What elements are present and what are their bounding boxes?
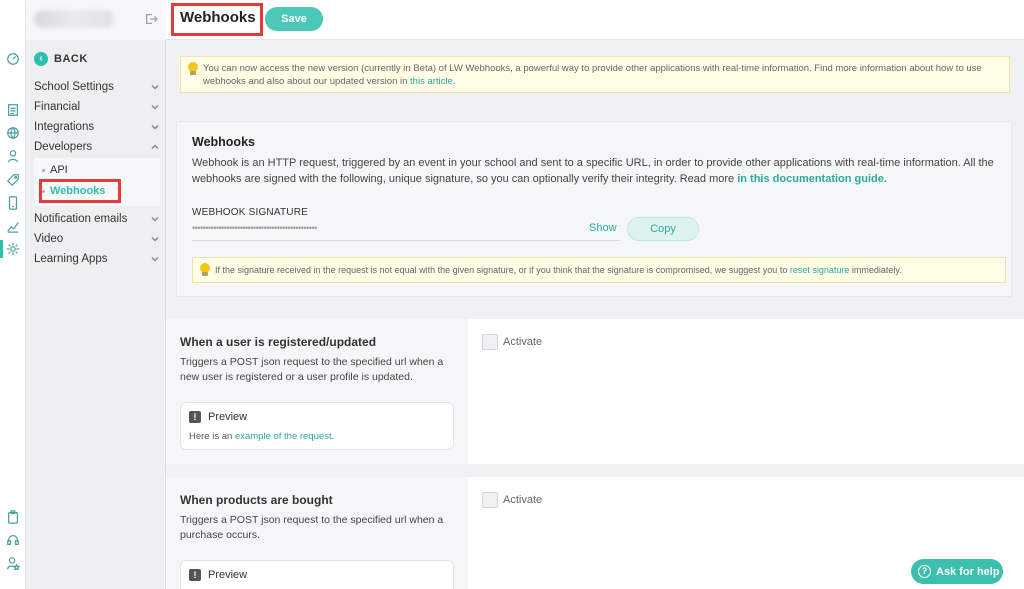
logout-icon[interactable] [144,12,160,28]
back-label: BACK [54,53,88,65]
activate-checkbox[interactable] [482,334,498,350]
sidebar-item-notification-emails[interactable]: Notification emails [34,210,160,228]
reset-signature-link[interactable]: reset signature [790,265,850,275]
event-title: When products are bought [180,493,333,507]
show-signature-link[interactable]: Show [589,222,617,234]
warning-text: If the signature received in the request… [215,265,790,275]
school-logo [34,10,114,28]
sidebar-item-label: Learning Apps [34,253,108,265]
globe-icon[interactable] [5,125,21,141]
sidebar-item-label: Integrations [34,121,95,133]
question-icon: ? [918,565,931,578]
activate-label: Activate [503,336,543,348]
highlight-box [171,3,263,36]
chevron-down-icon [150,122,160,132]
brand-area [26,0,166,40]
event-description: Triggers a POST json request to the spec… [180,356,444,383]
chevron-down-icon [150,102,160,112]
activate-toggle[interactable]: Activate [482,492,542,508]
activate-toggle[interactable]: Activate [482,334,542,350]
signature-label: WEBHOOK SIGNATURE [192,207,309,218]
user-star-icon[interactable] [5,555,21,571]
document-icon[interactable] [5,102,21,118]
chevron-down-icon [150,234,160,244]
webhooks-card-title: Webhooks [192,135,255,149]
sidebar-item-label: School Settings [34,81,114,93]
settings-sidebar: ‹ BACK School Settings Financial Integra… [26,0,166,589]
top-bar: Webhooks Save [166,0,1024,40]
back-arrow-icon: ‹ [34,52,48,66]
preview-label: Preview [208,411,248,423]
preview-text: Here is an example of the request. [189,431,334,442]
preview-icon: ! [189,569,201,581]
sidebar-item-financial[interactable]: Financial [34,98,160,116]
preview-icon: ! [189,411,201,423]
preview-text-end: . [331,431,335,442]
sidebar-item-learning-apps[interactable]: Learning Apps [34,250,160,268]
event-info: When a user is registered/updated Trigge… [166,319,468,464]
event-row-user-registered: When a user is registered/updated Trigge… [166,319,1024,464]
icon-rail [0,0,26,589]
preview-box: ! Preview Here is an example of the requ… [180,402,454,450]
webhooks-card: Webhooks Webhook is an HTTP request, tri… [176,121,1012,297]
preview-box: ! Preview [180,560,454,589]
preview-label: Preview [208,569,248,581]
notice-end: . [452,76,456,87]
ask-for-help-label: Ask for help [936,565,1000,578]
settings-icon[interactable] [5,241,21,257]
chevron-down-icon [150,214,160,224]
analytics-icon[interactable] [5,218,21,234]
lightbulb-icon [199,263,211,277]
webhooks-description: Webhook is an HTTP request, triggered by… [192,155,1000,187]
warning-end: immediately. [849,265,902,275]
bullet-icon [42,168,45,172]
sidebar-subitem-label: API [50,164,68,176]
headset-icon[interactable] [5,532,21,548]
sidebar-item-video[interactable]: Video [34,230,160,248]
tag-icon[interactable] [5,172,21,188]
signature-field: ••••••••••••••••••••••••••••••••••••••••… [192,223,620,241]
this-article-link[interactable]: this article [410,76,453,87]
chevron-down-icon [150,82,160,92]
main-content: You can now access the new version (curr… [166,41,1024,589]
save-button[interactable]: Save [265,7,323,31]
notice-text: You can now access the new version (curr… [203,63,982,87]
signature-warning: If the signature received in the request… [192,257,1006,283]
preview-text-prefix: Here is an [189,431,235,442]
activate-checkbox[interactable] [482,492,498,508]
sidebar-subitem-api[interactable]: API [42,164,68,176]
example-request-link[interactable]: example of the request [235,431,332,442]
user-icon[interactable] [5,148,21,164]
dashboard-icon[interactable] [5,51,21,67]
ask-for-help-button[interactable]: ? Ask for help [911,559,1003,584]
sidebar-item-school-settings[interactable]: School Settings [34,78,160,96]
highlight-box [39,179,121,203]
sidebar-item-label: Developers [34,141,93,153]
lightbulb-icon [187,62,199,76]
chevron-down-icon [150,254,160,264]
sidebar-item-developers[interactable]: Developers [34,138,160,156]
back-button[interactable]: ‹ BACK [34,52,88,66]
copy-button[interactable]: Copy [627,217,699,241]
chevron-up-icon [150,142,160,152]
sidebar-item-label: Financial [34,101,81,113]
sidebar-item-label: Video [34,233,64,245]
sidebar-item-integrations[interactable]: Integrations [34,118,160,136]
event-info: When products are bought Triggers a POST… [166,477,468,589]
sidebar-item-label: Notification emails [34,213,128,225]
activate-label: Activate [503,494,543,506]
documentation-guide-link[interactable]: in this documentation guide. [737,173,887,185]
mobile-icon[interactable] [5,195,21,211]
beta-notice: You can now access the new version (curr… [180,56,1010,93]
active-indicator [0,240,3,258]
clipboard-icon[interactable] [5,509,21,525]
event-title: When a user is registered/updated [180,335,377,349]
event-description: Triggers a POST json request to the spec… [180,514,444,541]
event-row-products-bought: When products are bought Triggers a POST… [166,477,1024,589]
